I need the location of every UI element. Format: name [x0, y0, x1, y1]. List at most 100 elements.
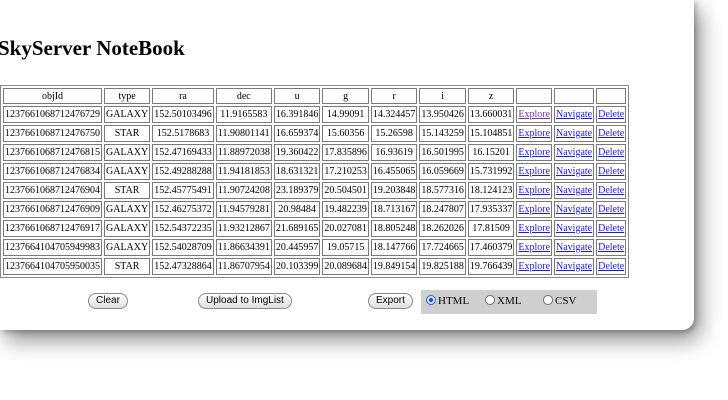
- delete-link[interactable]: Delete: [598, 147, 624, 158]
- delete-link[interactable]: Delete: [598, 204, 624, 215]
- table-cell: 1237661068712476729: [3, 106, 102, 123]
- table-row: 1237661068712476750 STAR 152.5178683 11.908…: [3, 125, 627, 142]
- table-cell: 20.445957: [273, 239, 321, 256]
- table-row: 1237664104705950035 STAR 152.47328864 11.86…: [3, 258, 627, 275]
- action-cell: Explore: [516, 106, 553, 123]
- table-cell: 18.577316: [419, 182, 466, 199]
- action-cell: Explore: [516, 239, 553, 256]
- table-cell: GALAXY: [104, 220, 151, 237]
- navigate-link[interactable]: Navigate: [556, 185, 592, 196]
- navigate-link[interactable]: Navigate: [556, 223, 592, 234]
- table-cell: 11.9165583: [215, 106, 272, 123]
- clear-button[interactable]: Clear: [88, 293, 128, 309]
- format-label-xml: XML: [497, 295, 522, 307]
- delete-link[interactable]: Delete: [598, 261, 624, 272]
- format-option-csv[interactable]: CSV: [543, 295, 576, 307]
- navigate-link[interactable]: Navigate: [556, 242, 592, 253]
- delete-link[interactable]: Delete: [598, 242, 624, 253]
- action-cell: Explore: [516, 182, 553, 199]
- navigate-link[interactable]: Navigate: [556, 109, 592, 120]
- table-row: 1237664104705949983 GALAXY 152.54028709 11.…: [3, 239, 627, 256]
- delete-link[interactable]: Delete: [598, 166, 624, 177]
- explore-link[interactable]: Explore: [518, 185, 550, 196]
- table-cell: 13.950426: [419, 106, 466, 123]
- radio-unchecked-icon: [543, 295, 553, 305]
- navigate-link[interactable]: Navigate: [556, 204, 592, 215]
- column-header: dec: [215, 88, 272, 104]
- explore-link[interactable]: Explore: [518, 242, 550, 253]
- table-cell: 11.88972038: [215, 144, 272, 161]
- table-cell: 23.189379: [273, 182, 321, 199]
- table-cell: 16.455065: [370, 163, 418, 180]
- table-cell: 16.93619: [370, 144, 418, 161]
- export-button[interactable]: Export: [368, 293, 413, 309]
- explore-link[interactable]: Explore: [518, 147, 550, 158]
- notebook-window: SkyServer NoteBook objId type ra dec u g r i z 1…: [0, 0, 694, 330]
- format-panel: HTML XML CSV: [421, 290, 597, 314]
- table-cell: 11.94579281: [215, 201, 272, 218]
- explore-link[interactable]: Explore: [518, 204, 550, 215]
- table-cell: 20.103399: [273, 258, 321, 275]
- delete-link[interactable]: Delete: [598, 185, 624, 196]
- table-cell: 152.54372235: [152, 220, 214, 237]
- column-header: [554, 88, 595, 104]
- table-cell: 152.49288288: [152, 163, 214, 180]
- action-cell: Explore: [516, 144, 553, 161]
- action-cell: Navigate: [554, 163, 595, 180]
- upload-to-imglist-button[interactable]: Upload to ImgList: [198, 293, 292, 309]
- navigate-link[interactable]: Navigate: [556, 147, 592, 158]
- table-cell: 16.659374: [273, 125, 321, 142]
- delete-link[interactable]: Delete: [598, 223, 624, 234]
- column-header: [516, 88, 553, 104]
- action-cell: Explore: [516, 201, 553, 218]
- delete-link[interactable]: Delete: [598, 128, 624, 139]
- table-cell: GALAXY: [104, 163, 151, 180]
- navigate-link[interactable]: Navigate: [556, 166, 592, 177]
- table-cell: 18.147766: [370, 239, 418, 256]
- format-option-xml[interactable]: XML: [485, 295, 521, 307]
- table-cell: 19.766439: [467, 258, 515, 275]
- action-cell: Navigate: [554, 144, 595, 161]
- action-cell: Explore: [516, 163, 553, 180]
- explore-link[interactable]: Explore: [518, 109, 550, 120]
- action-cell: Navigate: [554, 106, 595, 123]
- page-title: SkyServer NoteBook: [0, 36, 185, 60]
- action-cell: Delete: [596, 182, 627, 199]
- table-cell: 17.835896: [322, 144, 369, 161]
- table-cell: 18.247807: [419, 201, 466, 218]
- table-cell: 16.501995: [419, 144, 466, 161]
- table-row: 1237661068712476917 GALAXY 152.54372235 11.…: [3, 220, 627, 237]
- table-cell: 1237661068712476917: [3, 220, 102, 237]
- explore-link[interactable]: Explore: [518, 166, 550, 177]
- table-row: 1237661068712476909 GALAXY 152.46275372 11.…: [3, 201, 627, 218]
- action-cell: Explore: [516, 258, 553, 275]
- table-cell: 152.5178683: [152, 125, 214, 142]
- table-cell: 1237661068712476909: [3, 201, 102, 218]
- table-cell: STAR: [104, 258, 151, 275]
- navigate-link[interactable]: Navigate: [556, 128, 592, 139]
- action-cell: Delete: [596, 201, 627, 218]
- action-cell: Delete: [596, 220, 627, 237]
- explore-link[interactable]: Explore: [518, 128, 550, 139]
- table-cell: GALAXY: [104, 201, 151, 218]
- radio-unchecked-icon: [485, 295, 495, 305]
- action-cell: Delete: [596, 144, 627, 161]
- table-cell: 11.90801141: [215, 125, 272, 142]
- explore-link[interactable]: Explore: [518, 223, 550, 234]
- table-cell: 11.93212867: [215, 220, 272, 237]
- table-cell: STAR: [104, 182, 151, 199]
- table-cell: 14.99091: [322, 106, 369, 123]
- delete-link[interactable]: Delete: [598, 109, 624, 120]
- table-cell: 18.805248: [370, 220, 418, 237]
- format-option-html[interactable]: HTML: [426, 295, 469, 307]
- navigate-link[interactable]: Navigate: [556, 261, 592, 272]
- table-cell: 11.94181853: [215, 163, 272, 180]
- table-cell: 1237661068712476750: [3, 125, 102, 142]
- table-cell: 17.724665: [419, 239, 466, 256]
- action-cell: Delete: [596, 125, 627, 142]
- explore-link[interactable]: Explore: [518, 261, 550, 272]
- action-cell: Navigate: [554, 182, 595, 199]
- table-cell: 19.203848: [370, 182, 418, 199]
- table-row: 1237661068712476729 GALAXY 152.50103496 11.…: [3, 106, 627, 123]
- action-cell: Navigate: [554, 201, 595, 218]
